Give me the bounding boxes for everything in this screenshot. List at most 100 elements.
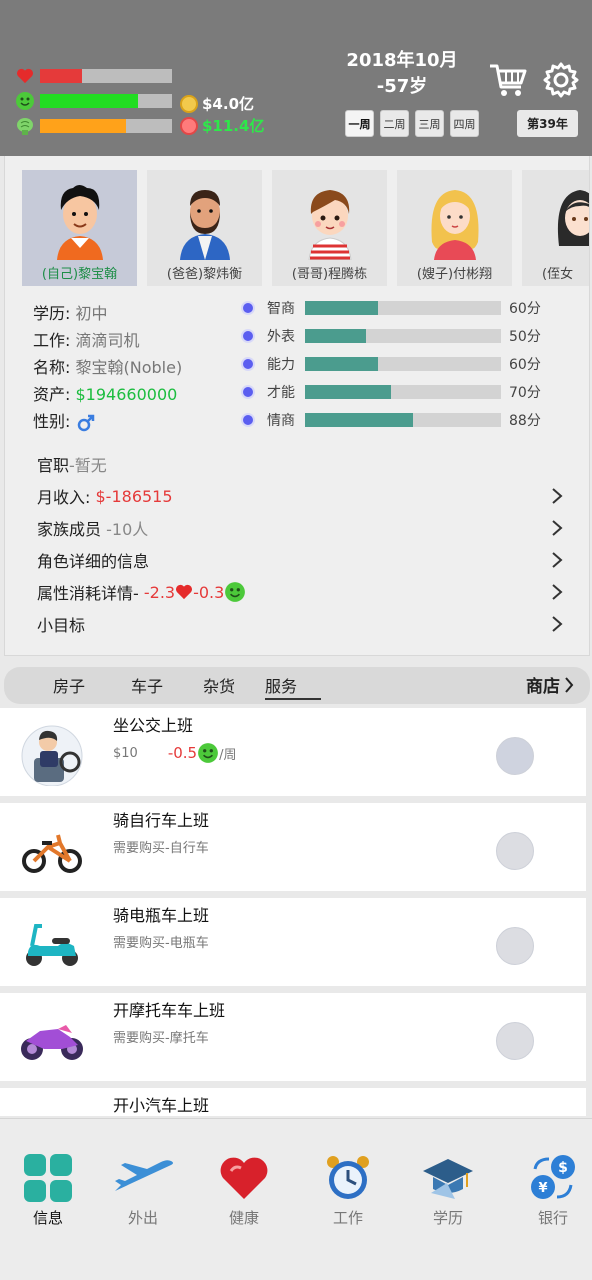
item-requirement: 需要购买-摩托车 <box>113 1031 209 1046</box>
scooter-icon <box>26 924 78 966</box>
chevron-right-icon <box>552 584 563 600</box>
family-row[interactable]: 家族成员 -10人 <box>37 512 563 544</box>
job-row: 工作: 滴滴司机 <box>33 331 140 350</box>
character-name: (哥哥)程腾栋 <box>291 267 368 282</box>
profile-info: 学历: 初中 工作: 滴滴司机 名称: 黎宝翰(Noble) 资产: $1946… <box>33 300 182 435</box>
character-card-brother[interactable]: (哥哥)程腾栋 <box>272 170 387 286</box>
attribute-bar <box>305 385 501 399</box>
select-radio[interactable] <box>496 927 534 965</box>
list-item-scooter[interactable]: 骑电瓶车上班 需要购买-电瓶车 <box>0 898 586 986</box>
character-name: (爸爸)黎炜衡 <box>166 267 243 282</box>
graduation-cap-icon <box>423 1159 473 1199</box>
character-card-father[interactable]: (爸爸)黎炜衡 <box>147 170 262 286</box>
attribute-bar <box>305 357 501 371</box>
avatar <box>180 190 230 260</box>
chevron-right-icon <box>552 552 563 568</box>
year-button[interactable]: 第39年 <box>517 110 578 137</box>
health-consumption: -2.3 <box>143 582 176 602</box>
airplane-icon <box>115 1160 173 1191</box>
tab-services[interactable]: 服务 <box>265 673 321 700</box>
character-details-row[interactable]: 角色详细的信息 <box>37 544 563 576</box>
avatar <box>57 185 103 260</box>
item-unit: /周 <box>219 747 237 763</box>
gender-row: 性别: <box>33 408 182 435</box>
tab-car[interactable]: 车子 <box>131 673 163 697</box>
attribute-value: 60分 <box>509 301 541 317</box>
education-row: 学历: 初中 <box>33 304 108 323</box>
male-icon <box>77 414 94 431</box>
select-radio[interactable] <box>496 737 534 775</box>
cart-icon[interactable] <box>488 60 528 100</box>
tab-house[interactable]: 房子 <box>53 673 85 697</box>
item-requirement: 需要购买-电瓶车 <box>113 936 209 951</box>
nav-health[interactable]: 健康 <box>204 1153 284 1228</box>
chevron-right-icon <box>565 676 574 693</box>
week-selector: 一周 二周 三周 四周 <box>345 110 479 137</box>
income-row[interactable]: 月收入: $-186515 <box>37 480 563 512</box>
smiley-icon <box>225 582 246 602</box>
heart-icon <box>176 584 193 600</box>
family-value: -10人 <box>106 520 149 539</box>
assets-value: $194660000 <box>75 385 178 404</box>
week-button-3[interactable]: 三周 <box>415 110 444 137</box>
coin-icon <box>180 94 198 113</box>
grid-icon <box>24 1154 72 1202</box>
income-value: $-186515 <box>95 486 173 506</box>
debt-display: $11.4亿 <box>180 115 264 136</box>
character-card-sister-in-law[interactable]: (嫂子)付彬翔 <box>397 170 512 286</box>
nav-bank[interactable]: $ ¥ 银行 <box>513 1153 592 1228</box>
select-radio[interactable] <box>496 1022 534 1060</box>
position-value: -暂无 <box>69 456 107 475</box>
nav-education[interactable]: 学历 <box>408 1153 488 1228</box>
character-list: (自己)黎宝翰 (爸爸)黎炜衡 (哥哥)程腾栋 (嫂子)付彬翔 (侄女 <box>22 170 589 286</box>
money-display: $4.0亿 <box>180 93 254 114</box>
shop-link[interactable]: 商店 <box>526 672 574 697</box>
currency-exchange-icon: $ ¥ <box>531 1155 575 1199</box>
character-name: (自己)黎宝翰 <box>41 267 118 282</box>
week-button-1[interactable]: 一周 <box>345 110 374 137</box>
bullet-icon <box>241 329 255 343</box>
health-bar <box>40 69 172 83</box>
tab-goods[interactable]: 杂货 <box>203 673 235 697</box>
character-name: (嫂子)付彬翔 <box>416 267 493 282</box>
item-title: 开小汽车上班 <box>113 1096 210 1115</box>
attribute-row-ability: 能力 60分 <box>241 350 541 378</box>
nav-outing[interactable]: 外出 <box>103 1153 183 1228</box>
bus-driver-icon <box>21 725 83 786</box>
bullet-icon <box>241 413 255 427</box>
item-price: $10 <box>113 745 138 761</box>
attribute-bar <box>305 413 501 427</box>
chevron-right-icon <box>552 520 563 536</box>
svg-text:$: $ <box>558 1160 568 1176</box>
list-item-bus[interactable]: 坐公交上班 $10 -0.5 /周 <box>0 708 586 796</box>
consumption-row[interactable]: 属性消耗详情- -2.3 -0.3 <box>37 576 563 608</box>
health-stat <box>14 66 172 86</box>
attribute-value: 60分 <box>509 357 541 373</box>
service-list: 坐公交上班 $10 -0.5 /周 骑自行车上班 需要购买-自行车 骑电瓶车上班 <box>0 708 592 1116</box>
item-title: 骑电瓶车上班 <box>113 906 210 925</box>
select-radio[interactable] <box>496 832 534 870</box>
attribute-list: 智商 60分 外表 50分 能力 60分 才能 70分 情商 88分 <box>241 294 541 434</box>
character-card-niece[interactable]: (侄女 <box>522 170 589 286</box>
energy-stat <box>14 116 172 136</box>
gear-icon[interactable] <box>542 61 580 99</box>
character-card-self[interactable]: (自己)黎宝翰 <box>22 170 137 286</box>
heart-icon <box>14 66 36 86</box>
job-value: 滴滴司机 <box>75 331 140 350</box>
list-item-motorcycle[interactable]: 开摩托车车上班 需要购买-摩托车 <box>0 993 586 1081</box>
bottom-nav: 信息 外出 健康 工作 学历 $ ¥ 银行 <box>0 1118 592 1280</box>
nav-info[interactable]: 信息 <box>8 1153 88 1228</box>
attribute-bar <box>305 329 501 343</box>
nav-work[interactable]: 工作 <box>308 1153 388 1228</box>
date-display: 2018年10月 -57岁 <box>330 48 474 100</box>
attribute-value: 88分 <box>509 413 541 429</box>
assets-row: 资产: $194660000 <box>33 385 178 404</box>
week-button-4[interactable]: 四周 <box>450 110 479 137</box>
list-item-bicycle[interactable]: 骑自行车上班 需要购买-自行车 <box>0 803 586 891</box>
bullet-icon <box>241 357 255 371</box>
goal-row[interactable]: 小目标 <box>37 608 563 640</box>
list-item-car[interactable]: 开小汽车上班 <box>0 1088 586 1116</box>
week-button-2[interactable]: 二周 <box>380 110 409 137</box>
svg-text:¥: ¥ <box>538 1181 547 1196</box>
attribute-row-talent: 才能 70分 <box>241 378 541 406</box>
